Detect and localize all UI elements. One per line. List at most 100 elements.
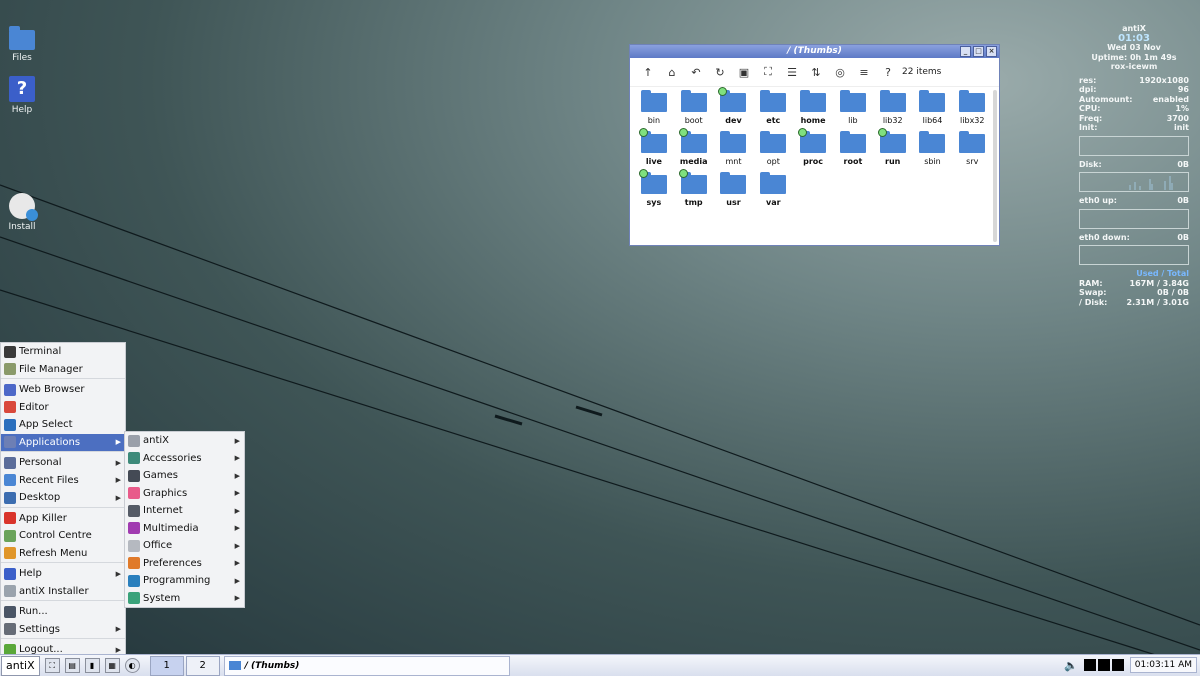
submenu-item-preferences[interactable]: Preferences ▶: [125, 555, 244, 573]
desktop-icon-help[interactable]: ? Help: [0, 76, 44, 115]
menu-item-refresh-menu[interactable]: Refresh Menu: [1, 545, 125, 563]
start-button[interactable]: antiX: [1, 655, 40, 676]
submenu-item-office[interactable]: Office ▶: [125, 537, 244, 555]
file-item[interactable]: srv: [952, 131, 992, 166]
editor-launcher-icon[interactable]: ▦: [104, 658, 120, 673]
submenu-item-system[interactable]: System ▶: [125, 590, 244, 608]
menu-item-desktop[interactable]: Desktop ▶: [1, 489, 125, 507]
submenu-item-accessories[interactable]: Accessories ▶: [125, 450, 244, 468]
menu-item-web-browser[interactable]: Web Browser: [1, 381, 125, 399]
menu-item-applications[interactable]: Applications ▶: [1, 433, 125, 451]
file-item[interactable]: mnt: [714, 131, 754, 166]
files-launcher-icon[interactable]: ▤: [64, 658, 80, 673]
menu-item-run[interactable]: Run...: [1, 603, 125, 621]
menu-item-terminal[interactable]: Terminal: [1, 343, 125, 361]
file-item[interactable]: sys: [634, 169, 674, 207]
file-name: sys: [646, 198, 662, 207]
sort-icon[interactable]: ⇅: [804, 66, 828, 79]
menu-item-antix-installer[interactable]: antiX Installer: [1, 583, 125, 601]
back-icon[interactable]: ↶: [684, 66, 708, 79]
maximize-button[interactable]: □: [973, 46, 984, 57]
file-item[interactable]: libx32: [952, 90, 992, 125]
tray-monitor-icon[interactable]: [1097, 659, 1110, 671]
volume-icon[interactable]: 🔈: [1064, 659, 1078, 672]
menu-item-label: Editor: [19, 401, 49, 413]
submenu-item-internet[interactable]: Internet ▶: [125, 502, 244, 520]
tray-monitor-icon[interactable]: [1111, 659, 1124, 671]
help-icon[interactable]: ?: [876, 66, 900, 79]
file-item[interactable]: root: [833, 131, 873, 166]
fullscreen-icon[interactable]: ⛶: [756, 65, 780, 79]
browser-launcher-icon[interactable]: ◐: [124, 658, 140, 673]
show-desktop-icon[interactable]: ⛶: [44, 658, 60, 673]
file-item[interactable]: boot: [674, 90, 714, 125]
zoom-icon[interactable]: ▣: [732, 66, 756, 79]
menu-item-app-killer[interactable]: App Killer: [1, 510, 125, 528]
menu-item-label: Desktop: [19, 492, 61, 504]
file-item[interactable]: dev: [714, 87, 754, 125]
submenu-arrow-icon: ▶: [115, 458, 121, 467]
file-item[interactable]: run: [873, 128, 913, 166]
file-item[interactable]: tmp: [674, 169, 714, 207]
file-name: mnt: [725, 157, 742, 166]
menu-item-help[interactable]: Help ▶: [1, 565, 125, 583]
menu-item-app-select[interactable]: App Select: [1, 416, 125, 434]
submenu-arrow-icon: ▶: [115, 625, 121, 634]
view-list-icon[interactable]: ☰: [780, 66, 804, 79]
menu-item-file-manager[interactable]: File Manager: [1, 361, 125, 379]
file-item[interactable]: live: [634, 128, 674, 166]
taskbar-clock[interactable]: 01:03:11 AM: [1129, 657, 1197, 673]
file-item[interactable]: opt: [753, 131, 793, 166]
folder-icon: [678, 128, 707, 153]
desktop-icon-files[interactable]: Files: [0, 26, 44, 63]
menu-item-recent-files[interactable]: Recent Files ▶: [1, 472, 125, 490]
antix-icon: [128, 434, 140, 447]
file-item[interactable]: bin: [634, 90, 674, 125]
submenu-arrow-icon: ▶: [234, 524, 240, 533]
menu-item-label: Applications: [19, 436, 81, 448]
file-item[interactable]: var: [753, 172, 793, 207]
home-icon[interactable]: ⌂: [660, 66, 684, 79]
settings-icon: [4, 623, 16, 636]
menu-item-personal[interactable]: Personal ▶: [1, 454, 125, 472]
submenu-arrow-icon: ▶: [115, 645, 121, 654]
submenu-item-graphics[interactable]: Graphics ▶: [125, 485, 244, 503]
task-button[interactable]: / (Thumbs): [223, 655, 510, 676]
submenu-item-antix[interactable]: antiX ▶: [125, 432, 244, 450]
tray-monitor-icon[interactable]: [1083, 659, 1096, 671]
file-item[interactable]: lib: [833, 90, 873, 125]
select-icon[interactable]: ◎: [828, 66, 852, 79]
menu-item-editor[interactable]: Editor: [1, 399, 125, 417]
file-item[interactable]: sbin: [913, 131, 953, 166]
folder-icon: [720, 131, 747, 153]
minimize-button[interactable]: _: [960, 46, 971, 57]
desktop-icon: [4, 491, 16, 504]
file-item[interactable]: usr: [714, 172, 754, 207]
file-item[interactable]: lib64: [913, 90, 953, 125]
file-item[interactable]: proc: [793, 128, 833, 166]
disk-row: Disk: 0B: [1079, 159, 1189, 169]
file-name: proc: [803, 157, 824, 166]
file-item[interactable]: lib32: [873, 90, 913, 125]
details-icon[interactable]: ≡: [852, 66, 876, 79]
close-button[interactable]: ×: [986, 46, 997, 57]
submenu-item-games[interactable]: Games ▶: [125, 467, 244, 485]
trash-icon[interactable]: ▮: [84, 658, 100, 673]
file-item[interactable]: home: [793, 90, 833, 125]
workspace-1-button[interactable]: 1: [149, 655, 184, 676]
window-titlebar[interactable]: / (Thumbs) _ □ ×: [630, 45, 999, 58]
conky-uptime: Uptime: 0h 1m 49s: [1091, 52, 1177, 62]
submenu-item-programming[interactable]: Programming ▶: [125, 572, 244, 590]
menu-item-settings[interactable]: Settings ▶: [1, 621, 125, 639]
file-item[interactable]: media: [674, 128, 714, 166]
scrollbar[interactable]: [993, 90, 997, 242]
desktop-icon-install[interactable]: Install: [0, 193, 44, 232]
workspace-2-button[interactable]: 2: [185, 655, 220, 676]
submenu-item-multimedia[interactable]: Multimedia ▶: [125, 520, 244, 538]
file-item[interactable]: etc: [753, 90, 793, 125]
submenu-arrow-icon: ▶: [234, 594, 240, 603]
menu-item-control-centre[interactable]: Control Centre: [1, 527, 125, 545]
apps-icon: [4, 436, 16, 449]
refresh-icon[interactable]: ↻: [708, 66, 732, 79]
up-arrow-icon[interactable]: ↑: [636, 66, 660, 79]
